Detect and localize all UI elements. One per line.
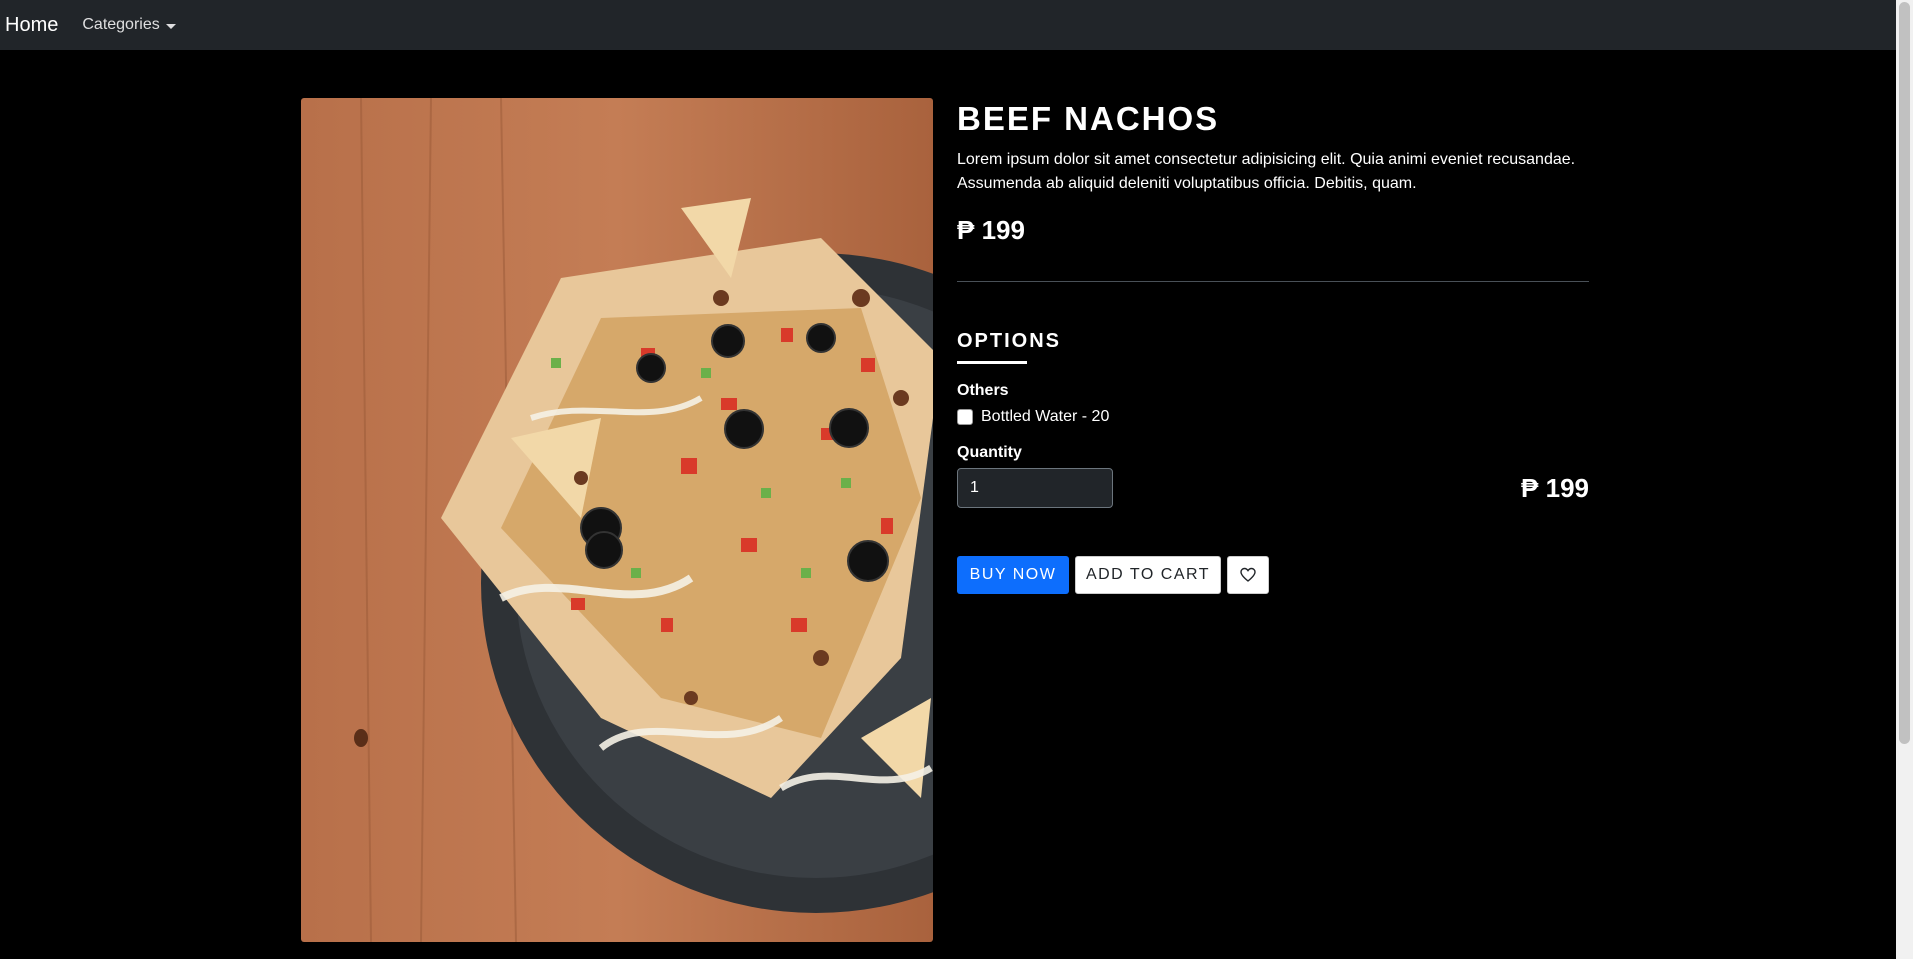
- add-to-cart-button[interactable]: ADD TO CART: [1075, 556, 1221, 594]
- product-price: ₱ 199: [957, 215, 1025, 245]
- top-navbar: Home Categories: [0, 0, 1896, 50]
- product-image: [301, 98, 933, 942]
- heart-icon: [1240, 567, 1256, 582]
- caret-down-icon: [165, 23, 176, 29]
- options-heading: OPTIONS: [957, 330, 1062, 352]
- categories-label: Categories: [82, 16, 160, 33]
- quantity-row: ₱ 199: [957, 468, 1589, 508]
- quantity-label: Quantity: [957, 444, 1022, 461]
- product-details: BEEF NACHOS Lorem ipsum dolor sit amet c…: [957, 98, 1589, 594]
- product-description: Lorem ipsum dolor sit amet consectetur a…: [957, 151, 1576, 192]
- page-scrollbar[interactable]: [1896, 0, 1913, 959]
- categories-dropdown[interactable]: Categories: [82, 16, 176, 34]
- option-item-label: Bottled Water - 20: [981, 408, 1110, 425]
- options-group-label: Others: [957, 382, 1009, 399]
- action-buttons: BUY NOW ADD TO CART: [957, 556, 1589, 594]
- options-underline: [957, 361, 1027, 364]
- bottled-water-checkbox[interactable]: [957, 409, 973, 425]
- option-item[interactable]: Bottled Water - 20: [957, 408, 1589, 426]
- wishlist-button[interactable]: [1227, 556, 1269, 594]
- scrollbar-thumb[interactable]: [1899, 2, 1910, 744]
- home-link[interactable]: Home: [5, 14, 58, 37]
- product-title: BEEF NACHOS: [957, 100, 1220, 137]
- divider: [957, 281, 1589, 282]
- buy-now-button[interactable]: BUY NOW: [957, 556, 1069, 594]
- quantity-input[interactable]: [957, 468, 1113, 508]
- total-price: ₱ 199: [1521, 472, 1589, 503]
